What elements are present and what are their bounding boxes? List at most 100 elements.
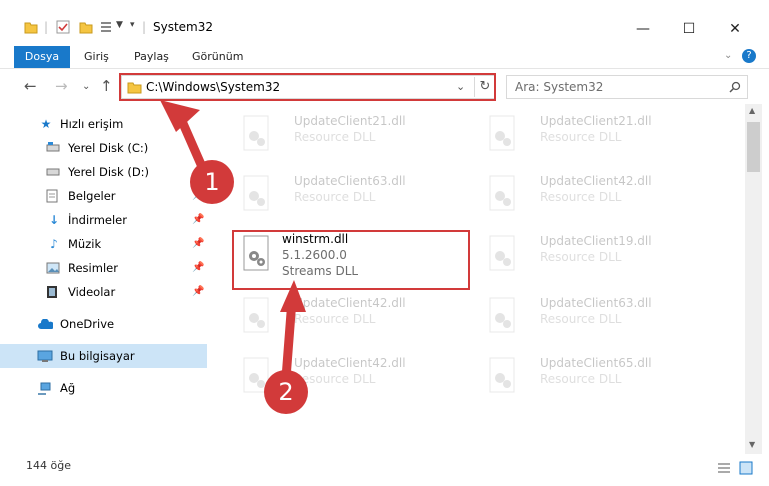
dll-file-icon [243, 297, 269, 333]
drive-icon [46, 142, 60, 152]
sidebar-item-music[interactable]: ♪ Müzik 📌 [0, 232, 207, 256]
dll-file-icon [489, 357, 515, 393]
cloud-icon [38, 319, 53, 329]
scroll-down-icon[interactable]: ▼ [749, 440, 755, 449]
music-note-icon: ♪ [50, 237, 58, 251]
pin-icon[interactable]: 📌 [192, 256, 204, 280]
sidebar-item-label: Ağ [60, 381, 76, 395]
file-name: UpdateClient42.dll [294, 356, 406, 370]
sidebar-item-label: Yerel Disk (D:) [68, 165, 150, 179]
list-item[interactable]: UpdateClient63.dll Resource DLL [478, 290, 718, 344]
dll-file-icon [489, 175, 515, 211]
file-name: UpdateClient42.dll [294, 296, 406, 310]
folder-icon[interactable] [24, 20, 38, 34]
address-bar-highlight [119, 73, 496, 101]
list-item[interactable]: UpdateClient63.dll Resource DLL [232, 168, 472, 222]
step-2-badge: 2 [264, 370, 308, 414]
help-button[interactable]: ? [742, 49, 756, 63]
file-type: Resource DLL [540, 130, 622, 144]
dll-file-icon [243, 115, 269, 151]
minimize-button[interactable]: — [620, 14, 666, 44]
sidebar-item-pictures[interactable]: Resimler 📌 [0, 256, 207, 280]
file-name: UpdateClient63.dll [294, 174, 406, 188]
sidebar-item-videos[interactable]: Videolar 📌 [0, 280, 207, 304]
sidebar-item-label: İndirmeler [68, 213, 127, 227]
list-item[interactable]: UpdateClient42.dll Resource DLL [478, 168, 718, 222]
drive-icon [46, 168, 60, 176]
customize-icon[interactable] [100, 20, 114, 34]
step-1-badge: 1 [190, 160, 234, 204]
large-icons-view-icon[interactable] [739, 461, 753, 475]
file-name: UpdateClient63.dll [540, 296, 652, 310]
pin-icon[interactable]: 📌 [192, 232, 204, 256]
search-icon [729, 81, 741, 93]
separator: | [44, 20, 49, 34]
sidebar-item-label: Müzik [68, 237, 102, 251]
expand-ribbon-icon[interactable]: ⌄ [724, 50, 732, 61]
sidebar-item-disk-c[interactable]: Yerel Disk (C:) [0, 136, 207, 160]
file-type: Resource DLL [294, 312, 376, 326]
sidebar-item-label: Hızlı erişim [60, 117, 124, 131]
sidebar-item-label: Yerel Disk (C:) [68, 141, 149, 155]
film-icon [47, 286, 57, 298]
sidebar-item-label: Videolar [68, 285, 116, 299]
back-arrow-icon[interactable]: ← [24, 77, 37, 95]
ribbon-tabs: Dosya Giriş Paylaş Görünüm ⌄ ? [0, 46, 769, 69]
pin-icon[interactable]: 📌 [192, 208, 204, 232]
list-item[interactable]: UpdateClient19.dll Resource DLL [478, 228, 718, 282]
quick-access-dropdown-icon[interactable]: ▼ [116, 20, 123, 30]
chevron-down-icon[interactable]: ▾ [130, 20, 135, 30]
maximize-button[interactable]: ☐ [666, 14, 712, 44]
sidebar-item-this-pc[interactable]: Bu bilgisayar [0, 344, 207, 368]
explorer-window: | ▼ ▾ | System32 — ☐ ✕ Dosya Giriş Payla… [0, 0, 769, 486]
scrollbar-thumb[interactable] [747, 122, 760, 172]
close-button[interactable]: ✕ [712, 14, 758, 44]
winstrm-highlight [232, 230, 470, 290]
recent-locations-icon[interactable]: ⌄ [82, 81, 90, 92]
sidebar-item-network[interactable]: Ağ [0, 376, 207, 400]
list-item[interactable]: UpdateClient65.dll Resource DLL [478, 350, 718, 404]
file-name: UpdateClient21.dll [294, 114, 406, 128]
sidebar-item-label: Belgeler [68, 189, 116, 203]
tab-file[interactable]: Dosya [14, 46, 70, 68]
separator: | [142, 20, 147, 34]
vertical-scrollbar[interactable]: ▲ ▼ [745, 104, 762, 454]
list-item[interactable]: UpdateClient42.dll Resource DLL [232, 290, 472, 344]
scroll-up-icon[interactable]: ▲ [749, 106, 755, 115]
tab-view[interactable]: Görünüm [184, 46, 251, 68]
dll-file-icon [489, 115, 515, 151]
computer-icon [37, 350, 53, 362]
file-type: Resource DLL [294, 130, 376, 144]
sidebar-item-label: OneDrive [60, 317, 115, 331]
up-arrow-icon[interactable]: ↑ [100, 77, 113, 95]
pin-icon[interactable]: 📌 [192, 280, 204, 304]
file-name: UpdateClient65.dll [540, 356, 652, 370]
tab-share[interactable]: Paylaş [126, 46, 177, 68]
sidebar-item-quick-access[interactable]: ★ Hızlı erişim [0, 112, 207, 136]
sidebar-item-onedrive[interactable]: OneDrive [0, 312, 207, 336]
sidebar-item-documents[interactable]: Belgeler 📌 [0, 184, 207, 208]
file-type: Resource DLL [540, 250, 622, 264]
file-name: UpdateClient21.dll [540, 114, 652, 128]
sidebar-item-label: Bu bilgisayar [60, 349, 135, 363]
properties-icon[interactable] [56, 20, 70, 34]
list-item[interactable]: UpdateClient21.dll Resource DLL [232, 108, 472, 162]
new-folder-icon[interactable] [79, 20, 93, 34]
list-item[interactable]: UpdateClient21.dll Resource DLL [478, 108, 718, 162]
search-input[interactable]: Ara: System32 [506, 75, 748, 99]
sidebar-item-disk-d[interactable]: Yerel Disk (D:) [0, 160, 207, 184]
forward-arrow-icon[interactable]: → [55, 77, 68, 95]
file-name: UpdateClient42.dll [540, 174, 652, 188]
sidebar-item-downloads[interactable]: ↓ İndirmeler 📌 [0, 208, 207, 232]
file-type: Resource DLL [540, 312, 622, 326]
tab-home[interactable]: Giriş [76, 46, 117, 68]
file-name: UpdateClient19.dll [540, 234, 652, 248]
network-icon [38, 382, 51, 395]
details-view-icon[interactable] [717, 462, 731, 474]
status-bar: 144 öğe [0, 456, 769, 486]
search-placeholder: Ara: System32 [515, 80, 604, 94]
dll-file-icon [489, 235, 515, 271]
star-icon: ★ [40, 117, 52, 131]
dll-file-icon [243, 175, 269, 211]
sidebar-item-label: Resimler [68, 261, 118, 275]
